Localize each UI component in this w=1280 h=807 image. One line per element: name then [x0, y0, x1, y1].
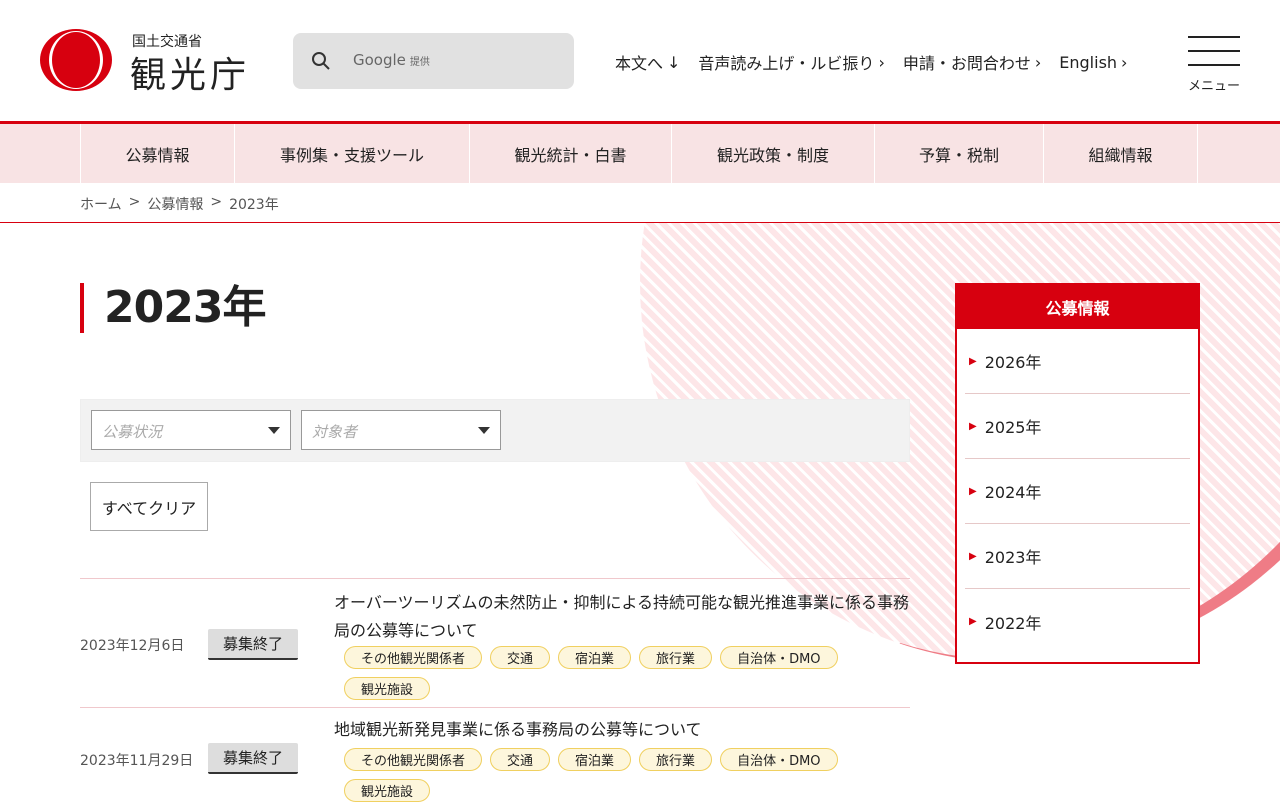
tag: その他観光関係者	[344, 748, 483, 771]
tag: その他観光関係者	[344, 646, 483, 669]
tag: 交通	[490, 748, 551, 771]
sidebar-item-2026[interactable]: ▶ 2026年	[965, 329, 1190, 394]
tag: 宿泊業	[558, 748, 632, 771]
nav-item-recruitment[interactable]: 公募情報	[80, 124, 234, 183]
link-label: 音声読み上げ・ルビ振り	[698, 54, 875, 73]
sidebar-item-label: 2023年	[984, 548, 1042, 567]
global-nav: 公募情報 事例集・支援ツール 観光統計・白書 観光政策・制度 予算・税制 組織情…	[0, 124, 1280, 183]
tag: 交通	[490, 646, 551, 669]
nav-item-budget[interactable]: 予算・税制	[874, 124, 1043, 183]
filter-bar: 公募状況 対象者	[80, 399, 910, 462]
site-header: 国土交通省 観光庁 Google 提供 本文へ ↓ 音声読み上げ・ルビ振り › 申請・…	[0, 0, 1280, 121]
item-date: 2023年11月29日	[80, 753, 194, 769]
contact-link[interactable]: 申請・お問合わせ ›	[903, 50, 1041, 74]
sidebar-item-2023[interactable]: ▶ 2023年	[965, 524, 1190, 589]
hamburger-line	[1188, 50, 1240, 52]
tag: 自治体・DMO	[720, 646, 838, 669]
sidebar-item-label: 2022年	[984, 613, 1042, 633]
tag: 宿泊業	[558, 646, 632, 669]
status-badge: 募集終了	[208, 743, 298, 774]
skip-to-content-link[interactable]: 本文へ ↓	[615, 50, 680, 74]
chevron-right-icon: ›	[1121, 52, 1128, 72]
breadcrumb-separator: >	[210, 194, 223, 210]
nav-item-statistics[interactable]: 観光統計・白書	[469, 124, 671, 183]
status-badge: 募集終了	[208, 629, 298, 660]
breadcrumb-recruitment[interactable]: 公募情報	[147, 194, 203, 214]
search-provided: 提供	[409, 57, 430, 68]
hamburger-icon	[1188, 36, 1240, 38]
nav-item-case-studies[interactable]: 事例集・支援ツール	[234, 124, 469, 183]
hamburger-line	[1188, 64, 1240, 66]
tag: 観光施設	[344, 779, 431, 802]
triangle-right-icon: ▶	[969, 485, 977, 497]
read-aloud-link[interactable]: 音声読み上げ・ルビ振り ›	[698, 50, 884, 74]
triangle-right-icon: ▶	[969, 355, 977, 367]
sidebar-item-2022[interactable]: ▶ 2022年	[965, 589, 1190, 654]
sidebar-item-label: 2026年	[984, 353, 1042, 372]
sidebar-item-2024[interactable]: ▶ 2024年	[965, 459, 1190, 524]
english-link[interactable]: English ›	[1059, 50, 1127, 74]
logo-agency[interactable]: 観光庁	[130, 46, 250, 98]
sidebar-title: 公募情報	[957, 285, 1198, 329]
sidebar-year-nav: 公募情報 ▶ 2026年 ▶ 2025年 ▶ 2024年 ▶ 2023年 ▶ 2022年	[955, 283, 1200, 664]
link-label: 申請・お問合わせ	[902, 54, 1031, 73]
list-item: 2023年11月29日 募集終了 地域観光新発見事業に係る事務局の公募等について…	[80, 707, 910, 807]
breadcrumb: ホーム > 公募情報 > 2023年	[80, 194, 279, 214]
page-title: 2023年	[80, 283, 266, 333]
item-date: 2023年12月6日	[80, 638, 185, 654]
clear-all-button[interactable]: すべてクリア	[90, 482, 208, 531]
tag: 旅行業	[639, 646, 713, 669]
link-label: 本文へ	[615, 54, 664, 73]
list-item: 2023年12月6日 募集終了 オーバーツーリズムの未然防止・抑制による持続可能…	[80, 578, 910, 708]
search-icon	[312, 52, 330, 70]
triangle-right-icon: ▶	[969, 420, 977, 432]
site-logo[interactable]	[40, 29, 112, 91]
link-label: English	[1059, 52, 1118, 72]
search-input[interactable]: Google 提供	[293, 33, 574, 89]
item-title-link[interactable]: 地域観光新発見事業に係る事務局の公募等について	[334, 716, 914, 744]
chevron-right-icon: ›	[878, 52, 885, 72]
nav-item-policy[interactable]: 観光政策・制度	[671, 124, 874, 183]
status-filter-select[interactable]: 公募状況	[91, 410, 291, 450]
item-title-link[interactable]: オーバーツーリズムの未然防止・抑制による持続可能な観光推進事業に係る事務局の公募…	[334, 589, 914, 645]
menu-label: メニュー	[1188, 79, 1241, 94]
breadcrumb-current: 2023年	[229, 197, 279, 213]
tag: 観光施設	[344, 677, 431, 700]
tag: 自治体・DMO	[720, 748, 838, 771]
sidebar-item-label: 2025年	[984, 418, 1042, 437]
breadcrumb-separator: >	[128, 194, 141, 210]
search-placeholder: Google	[353, 51, 406, 69]
arrow-down-icon: ↓	[667, 52, 681, 72]
triangle-right-icon: ▶	[969, 550, 977, 562]
nav-item-organization[interactable]: 組織情報	[1043, 124, 1198, 183]
tag: 旅行業	[639, 748, 713, 771]
sidebar-item-label: 2024年	[984, 483, 1042, 502]
triangle-right-icon: ▶	[969, 616, 977, 627]
chevron-right-icon: ›	[1034, 52, 1042, 72]
menu-button[interactable]: メニュー	[1188, 36, 1240, 94]
sidebar-item-2025[interactable]: ▶ 2025年	[965, 394, 1190, 459]
target-filter-select[interactable]: 対象者	[301, 410, 501, 450]
breadcrumb-home[interactable]: ホーム	[80, 194, 122, 214]
